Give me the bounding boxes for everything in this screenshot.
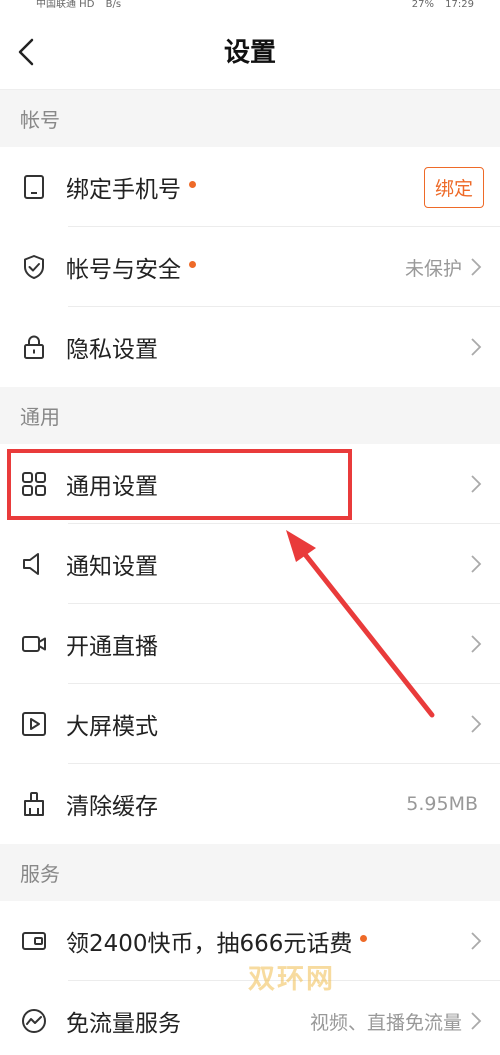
free-traffic-label: 免流量服务 — [66, 1011, 181, 1037]
section-header-general: 通用 — [0, 387, 500, 444]
status-bar: 中国联通 HD B/s 27% 17:29 — [0, 0, 500, 12]
general-settings-row[interactable]: 通用设置 — [0, 444, 500, 524]
notice-dot — [189, 180, 196, 188]
play-box-icon — [22, 712, 46, 736]
coins-promo-row[interactable]: 领2400快币，抽666元话费 — [0, 901, 500, 981]
chevron-right-icon — [471, 258, 482, 276]
camera-icon — [22, 636, 46, 652]
page-title: 设置 — [223, 38, 276, 68]
network-speed: B/s — [105, 0, 122, 10]
open-live-row[interactable]: 开通直播 — [0, 604, 500, 684]
lock-icon — [24, 335, 44, 359]
clear-cache-row[interactable]: 清除缓存 5.95MB — [0, 764, 500, 844]
nav-bar: 设置 — [0, 12, 500, 90]
security-status: 未保护 — [404, 257, 462, 280]
notification-settings-label: 通知设置 — [66, 554, 158, 580]
bind-button[interactable]: 绑定 — [423, 166, 484, 208]
chevron-right-icon — [471, 338, 482, 356]
privacy-settings-label: 隐私设置 — [66, 337, 158, 363]
chevron-right-icon — [471, 932, 482, 950]
phone-icon — [24, 175, 44, 199]
big-screen-mode-row[interactable]: 大屏模式 — [0, 684, 500, 764]
chevron-right-icon — [471, 1012, 482, 1030]
chevron-right-icon — [471, 475, 482, 493]
open-live-label: 开通直播 — [66, 634, 158, 660]
clear-cache-label: 清除缓存 — [66, 794, 158, 820]
wallet-icon — [22, 932, 46, 950]
notification-settings-row[interactable]: 通知设置 — [0, 524, 500, 604]
bind-phone-label: 绑定手机号 — [66, 177, 181, 203]
section-header-account: 帐号 — [0, 90, 500, 147]
free-traffic-value: 视频、直播免流量 — [309, 1011, 462, 1034]
big-screen-mode-label: 大屏模式 — [66, 714, 158, 740]
cache-size: 5.95MB — [406, 793, 478, 815]
shield-icon — [24, 255, 44, 279]
back-arrow-icon[interactable] — [12, 36, 44, 68]
account-security-row[interactable]: 帐号与安全 未保护 — [0, 227, 500, 307]
battery-text: 27% — [411, 0, 434, 10]
privacy-settings-row[interactable]: 隐私设置 — [0, 307, 500, 387]
coins-promo-label: 领2400快币，抽666元话费 — [66, 931, 353, 957]
notice-dot — [360, 934, 368, 942]
chevron-right-icon — [471, 715, 482, 733]
free-traffic-row[interactable]: 免流量服务 视频、直播免流量 — [0, 981, 500, 1055]
chevron-right-icon — [471, 555, 482, 573]
broom-icon — [24, 792, 44, 816]
general-settings-label: 通用设置 — [66, 474, 158, 500]
chevron-right-icon — [471, 635, 482, 653]
clock-text: 17:29 — [445, 0, 474, 10]
bind-phone-row[interactable]: 绑定手机号 绑定 — [0, 147, 500, 227]
account-security-label: 帐号与安全 — [66, 257, 181, 283]
carrier-text: 中国联通 HD — [36, 0, 95, 10]
traffic-wave-icon — [22, 1009, 46, 1033]
speaker-icon — [23, 553, 39, 575]
notice-dot — [189, 260, 196, 268]
grid-icon — [22, 472, 46, 496]
section-header-services: 服务 — [0, 844, 500, 901]
